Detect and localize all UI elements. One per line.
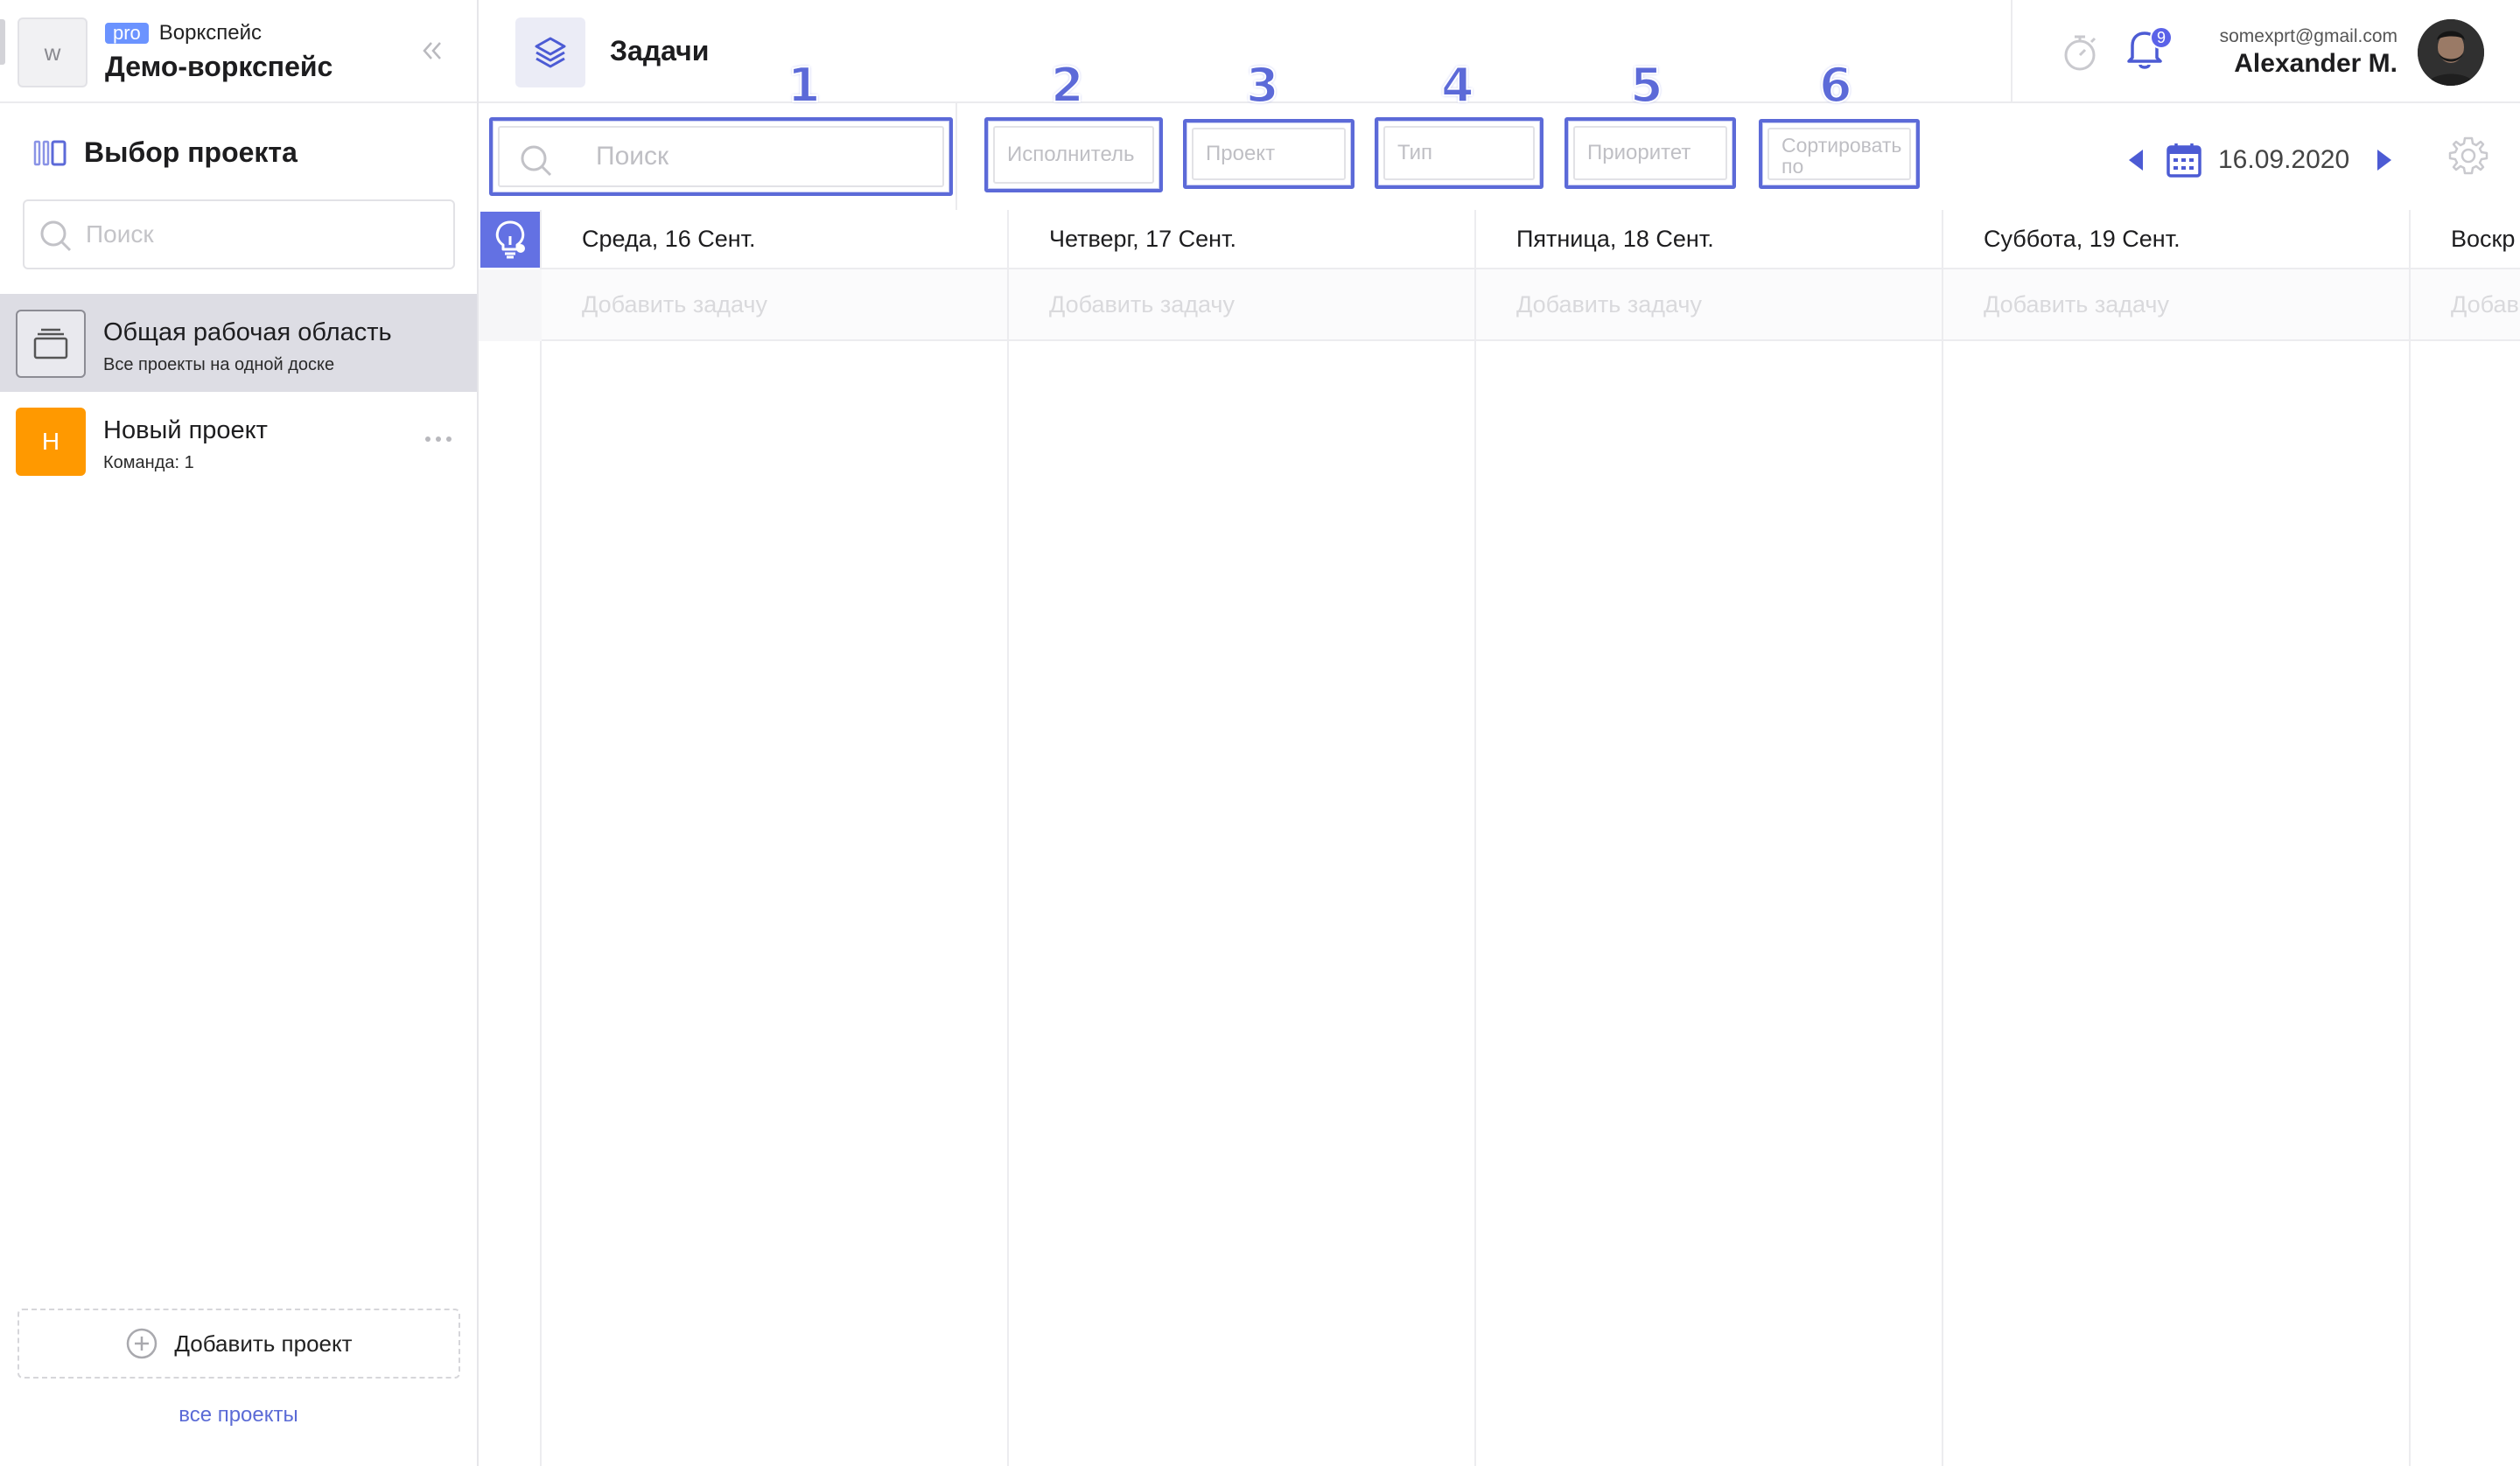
- current-date[interactable]: 16.09.2020: [2218, 145, 2349, 175]
- board-icon-container: [16, 310, 86, 378]
- add-task-button[interactable]: Добавить задачу: [1009, 269, 1474, 341]
- annotation-number: 1: [787, 57, 822, 114]
- annotation-number: 6: [1818, 57, 1853, 114]
- day-column: Пятница, 18 Сент. Добавить задачу: [1476, 210, 1943, 1466]
- sidebar: w pro Воркспейс Демо-воркспейс Выбор про…: [0, 0, 479, 1466]
- board-icon: [33, 328, 68, 360]
- pro-badge: pro: [105, 23, 149, 44]
- project-search-input[interactable]: [86, 220, 453, 248]
- ideas-button[interactable]: [480, 212, 540, 268]
- project-picker-title: Выбор проекта: [84, 136, 298, 168]
- filter-bar: Поиск Исполнитель Проект Тип Приоритет С…: [479, 57, 2520, 210]
- day-header: Четверг, 17 Сент.: [1009, 210, 1474, 269]
- assignee-filter[interactable]: Исполнитель: [993, 126, 1154, 184]
- more-options-icon[interactable]: [425, 430, 460, 448]
- plus-circle-icon: [127, 1328, 158, 1359]
- day-column: Четверг, 17 Сент. Добавить задачу: [1009, 210, 1476, 1466]
- add-task-button[interactable]: Добав: [2411, 269, 2520, 341]
- project-item-new-project[interactable]: Н Новый проект Команда: 1: [0, 392, 477, 490]
- day-header: Воскр: [2411, 210, 2520, 269]
- page-title: Задачи: [610, 35, 710, 66]
- add-project-label: Добавить проект: [174, 1330, 353, 1357]
- search-icon: [40, 220, 72, 252]
- project-search[interactable]: [23, 199, 455, 269]
- workspace-avatar[interactable]: w: [18, 17, 88, 87]
- topbar-divider: [2011, 0, 2012, 103]
- user-name[interactable]: Alexander M.: [2234, 49, 2398, 79]
- project-item-shared-workspace[interactable]: Общая рабочая область Все проекты на одн…: [0, 294, 477, 392]
- notifications-count-badge: 9: [2150, 26, 2173, 49]
- type-filter-highlight: Тип: [1375, 117, 1544, 189]
- day-column: Суббота, 19 Сент. Добавить задачу: [1943, 210, 2411, 1466]
- project-subtitle: Команда: 1: [103, 453, 194, 472]
- stopwatch-icon[interactable]: [2059, 31, 2101, 73]
- assignee-filter-highlight: Исполнитель: [984, 117, 1163, 192]
- workspace-tag-row: pro Воркспейс: [105, 21, 262, 45]
- day-header: Суббота, 19 Сент.: [1943, 210, 2409, 269]
- day-column: Среда, 16 Сент. Добавить задачу: [542, 210, 1009, 1466]
- section-icon-button[interactable]: [515, 17, 585, 87]
- lightbulb-icon: [495, 220, 525, 259]
- priority-filter[interactable]: Приоритет: [1573, 126, 1727, 180]
- next-date-icon[interactable]: [2377, 150, 2392, 171]
- project-filter[interactable]: Проект: [1192, 128, 1346, 180]
- add-project-button[interactable]: Добавить проект: [18, 1309, 460, 1379]
- task-search-placeholder: Поиск: [596, 142, 669, 171]
- search-icon: [521, 145, 552, 177]
- user-email: somexprt@gmail.com: [2219, 26, 2398, 46]
- add-task-button[interactable]: Добавить задачу: [1943, 269, 2409, 341]
- project-letter-avatar: Н: [16, 408, 86, 476]
- collapse-sidebar-button[interactable]: [416, 35, 448, 66]
- project-name: Общая рабочая область: [103, 318, 392, 346]
- annotation-number: 2: [1050, 57, 1085, 114]
- date-navigator: 16.09.2020: [2129, 142, 2392, 178]
- priority-filter-highlight: Приоритет: [1564, 117, 1736, 189]
- double-chevron-left-icon: [423, 42, 441, 59]
- all-projects-link[interactable]: все проекты: [0, 1403, 477, 1428]
- annotation-number: 3: [1245, 57, 1280, 114]
- calendar-icon[interactable]: [2166, 142, 2202, 178]
- top-bar: Задачи 9 somexprt@gmail.com Alexander M.: [479, 0, 2520, 103]
- previous-date-icon[interactable]: [2129, 150, 2143, 171]
- user-photo-icon: [2418, 19, 2484, 86]
- gear-icon[interactable]: [2447, 135, 2489, 177]
- notifications-button[interactable]: 9: [2124, 26, 2173, 75]
- workspace-type-label: Воркспейс: [158, 21, 262, 45]
- project-picker-header: Выбор проекта: [33, 136, 298, 169]
- project-subtitle: Все проекты на одной доске: [103, 355, 335, 374]
- gutter-add-row: [479, 269, 542, 341]
- day-column: Воскр Добав: [2411, 210, 2520, 1466]
- workspace-header: w pro Воркспейс Демо-воркспейс: [0, 0, 477, 103]
- add-task-button[interactable]: Добавить задачу: [542, 269, 1007, 341]
- project-name: Новый проект: [103, 416, 268, 444]
- add-task-button[interactable]: Добавить задачу: [1476, 269, 1942, 341]
- user-avatar[interactable]: [2418, 19, 2484, 86]
- task-search-input[interactable]: Поиск: [498, 126, 944, 187]
- workspace-name[interactable]: Демо-воркспейс: [105, 51, 332, 83]
- grid-gutter: [479, 210, 542, 1466]
- layers-icon: [535, 37, 566, 68]
- workspace-edge-indicator: [0, 19, 5, 65]
- task-search-highlight: Поиск: [489, 117, 953, 196]
- annotation-number: 5: [1629, 57, 1664, 114]
- day-header: Среда, 16 Сент.: [542, 210, 1007, 269]
- project-filter-highlight: Проект: [1183, 119, 1354, 189]
- sort-filter[interactable]: Сортировать по: [1768, 128, 1911, 180]
- annotation-number: 4: [1440, 57, 1475, 114]
- type-filter[interactable]: Тип: [1383, 126, 1535, 180]
- day-header: Пятница, 18 Сент.: [1476, 210, 1942, 269]
- sort-filter-highlight: Сортировать по: [1759, 119, 1920, 189]
- week-grid: Среда, 16 Сент. Добавить задачу Четверг,…: [479, 210, 2520, 1466]
- projects-board-icon: [33, 140, 66, 165]
- filter-divider: [956, 103, 957, 210]
